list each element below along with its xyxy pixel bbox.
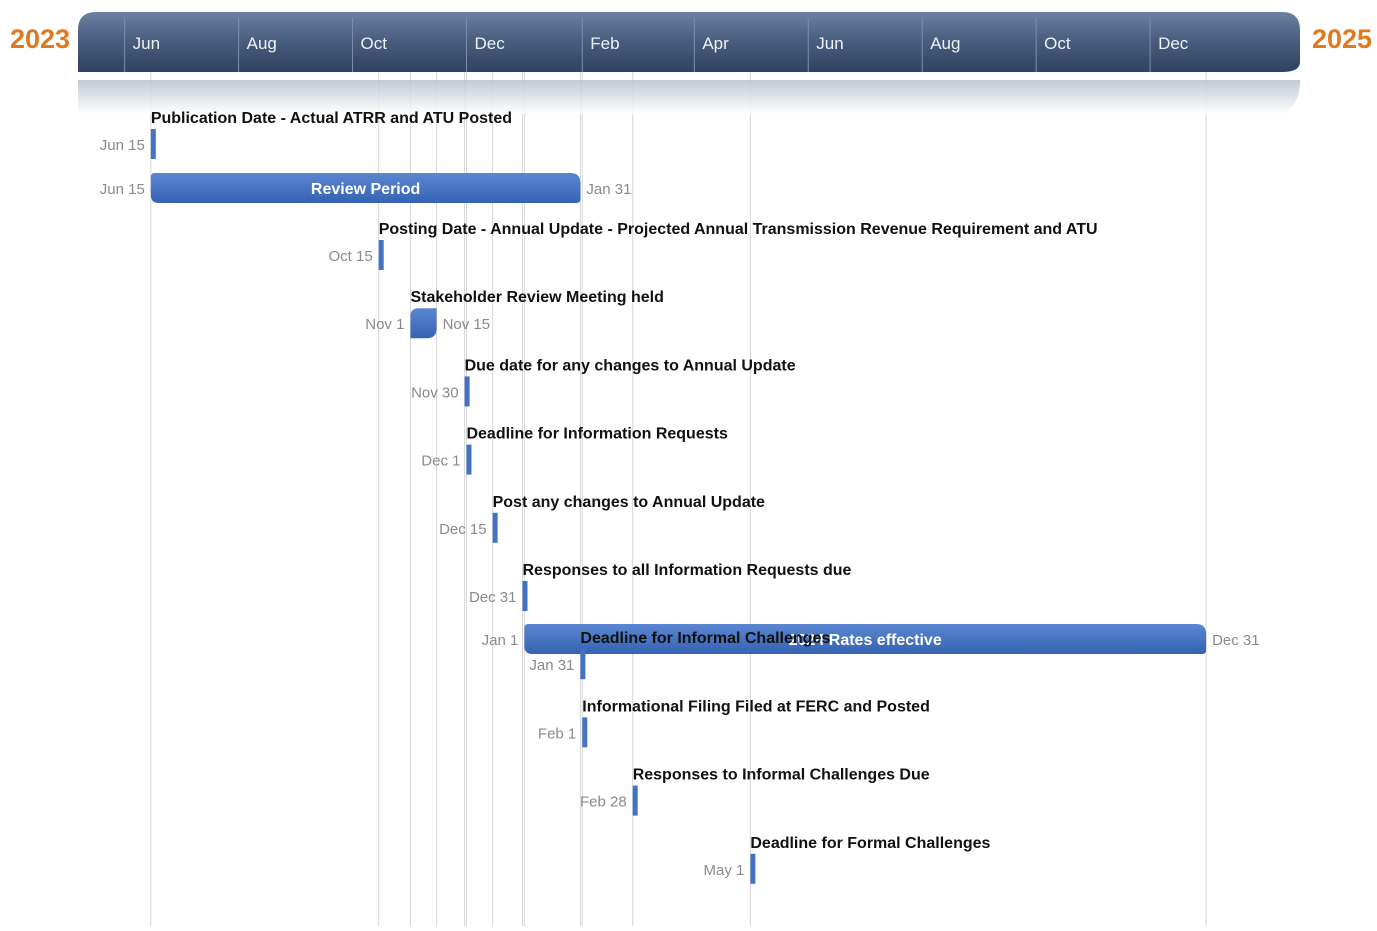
month-tick-label: Apr <box>702 34 729 53</box>
milestone-label: Due date for any changes to Annual Updat… <box>465 357 796 374</box>
month-tick-label: Dec <box>1158 34 1189 53</box>
milestone-marker <box>150 129 156 159</box>
task-start-date: Nov 1 <box>365 316 404 333</box>
milestone-marker <box>580 649 586 680</box>
milestone-date: Jun 15 <box>100 137 145 154</box>
month-tick-label: Aug <box>930 34 960 53</box>
milestone-date: Dec 1 <box>421 453 460 470</box>
timeline-svg: Jun Aug Oct Dec Feb Apr Jun Aug Oct Dec Publicati… <box>78 12 1300 926</box>
task-bar <box>410 308 437 339</box>
milestone-date: Nov 30 <box>411 384 459 401</box>
milestone-label: Posting Date - Annual Update - Projected… <box>379 221 1098 238</box>
milestone-date: Oct 15 <box>329 248 373 265</box>
task-end-date: Jan 31 <box>586 181 631 198</box>
task-label: Review Period <box>311 181 420 198</box>
month-tick-label: Oct <box>1044 34 1071 53</box>
month-tick-label: Jun <box>133 34 160 53</box>
milestone-label: Deadline for Information Requests <box>466 426 727 443</box>
timeline-band <box>78 12 1300 114</box>
milestone-date: Dec 31 <box>469 589 517 606</box>
task-end-date: Nov 15 <box>443 316 491 333</box>
month-tick-label: Feb <box>590 34 619 53</box>
band-shadow <box>78 80 1300 114</box>
milestone-marker <box>632 785 638 816</box>
milestone-label: Post any changes to Annual Update <box>493 494 765 511</box>
task-start-date: Jan 1 <box>482 632 519 649</box>
milestone-marker <box>378 240 384 270</box>
month-tick-label: Jun <box>816 34 843 53</box>
milestone-date: Feb 28 <box>580 794 627 811</box>
milestone-label: Informational Filing Filed at FERC and P… <box>582 698 930 715</box>
end-year-label: 2025 <box>1312 24 1373 54</box>
start-year-label: 2023 <box>10 24 71 54</box>
milestone-label: Deadline for Informal Challenges <box>580 630 830 647</box>
month-tick-label: Oct <box>361 34 388 53</box>
milestone-marker <box>750 853 756 884</box>
milestone-date: Feb 1 <box>538 725 576 742</box>
task-end-date: Dec 31 <box>1212 632 1260 649</box>
milestone-label: Stakeholder Review Meeting held <box>410 289 663 306</box>
milestone-marker <box>522 581 528 611</box>
milestone-marker <box>582 717 588 748</box>
milestone-label: Responses to Informal Challenges Due <box>633 767 930 784</box>
milestone-label: Responses to all Information Requests du… <box>523 562 852 579</box>
milestone-marker <box>492 512 498 543</box>
timeline-chart: Jun Aug Oct Dec Feb Apr Jun Aug Oct Dec Publicati… <box>0 0 1377 926</box>
task-start-date: Jun 15 <box>100 181 145 198</box>
milestone-date: Jan 31 <box>529 657 574 674</box>
milestone-marker <box>466 444 472 475</box>
milestone-date: Dec 15 <box>439 521 487 538</box>
month-tick-label: Aug <box>247 34 277 53</box>
milestone-label: Deadline for Formal Challenges <box>750 835 990 852</box>
milestone-marker <box>464 376 470 407</box>
month-tick-label: Dec <box>474 34 505 53</box>
timeline-items: Publication Date - Actual ATRR and ATU P… <box>100 110 1260 884</box>
milestone-date: May 1 <box>704 862 745 879</box>
milestone-label: Publication Date - Actual ATRR and ATU P… <box>151 110 512 127</box>
